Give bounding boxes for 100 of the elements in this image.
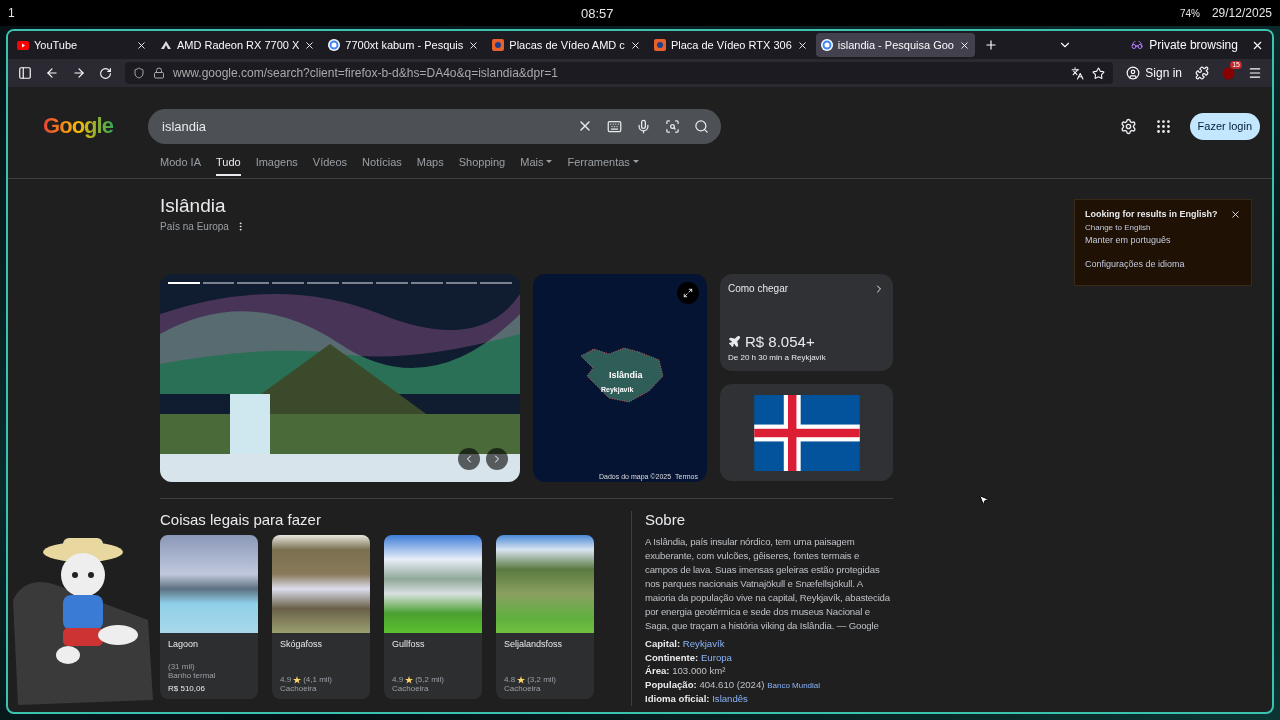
fact-value: 103.000 km² xyxy=(672,665,726,677)
extensions-icon[interactable] xyxy=(1195,66,1209,80)
browser-tab[interactable]: islandia - Pesquisa Goo xyxy=(815,33,975,57)
source-link[interactable]: Banco Mundial xyxy=(767,680,821,690)
expand-icon xyxy=(683,288,693,298)
forward-icon[interactable] xyxy=(72,66,86,80)
back-icon[interactable] xyxy=(45,66,59,80)
fact-link[interactable]: Europa xyxy=(700,651,732,663)
account-icon xyxy=(1126,66,1141,80)
search-tab[interactable]: Notícias xyxy=(362,156,402,176)
search-bar[interactable]: islandia xyxy=(148,108,721,144)
browser-tab[interactable]: YouTube xyxy=(12,33,152,57)
tab-logo-icon xyxy=(160,40,172,50)
rating-value: 4.9 xyxy=(392,675,404,684)
close-icon[interactable] xyxy=(958,39,970,51)
search-tab[interactable]: Shopping xyxy=(458,156,506,176)
fact-link[interactable]: Reykjavík xyxy=(682,638,725,649)
clock: 08:57 xyxy=(581,5,614,21)
fact-value: 404.610 (2024) xyxy=(699,678,765,690)
attraction-card[interactable]: Seljalandsfoss 4.8 (3,2 mil) Cachoeira xyxy=(496,535,594,699)
menu-icon[interactable] xyxy=(1248,66,1262,80)
rating-value: 4.8 xyxy=(504,675,516,684)
airplane-icon xyxy=(728,335,741,348)
reload-icon[interactable] xyxy=(99,66,112,80)
extension-icon[interactable] xyxy=(1222,66,1235,80)
carousel-indicator[interactable] xyxy=(445,282,478,284)
caret-icon xyxy=(546,160,553,164)
tab-logo-icon xyxy=(492,39,505,51)
attraction-card[interactable]: Gullfoss 4.9 (5,2 mil) Cachoeira xyxy=(384,535,482,699)
fact-label: Continente: xyxy=(645,651,699,663)
keyboard-icon[interactable] xyxy=(607,118,622,134)
flight-price: R$ 8.054+ xyxy=(745,333,815,350)
search-tab[interactable]: Modo IA xyxy=(160,156,201,176)
search-tab[interactable]: Imagens xyxy=(255,156,298,176)
attraction-name: Gullfoss xyxy=(392,639,426,651)
popup-title: Looking for results in English? xyxy=(1085,209,1218,220)
login-button[interactable]: Fazer login xyxy=(1189,112,1260,140)
camera-search-icon[interactable] xyxy=(665,118,680,134)
attraction-card[interactable]: Lagoon (31 mil) Banho termal R$ 510,06 xyxy=(160,535,258,699)
close-icon[interactable] xyxy=(136,39,147,51)
battery-level: 74% xyxy=(1179,8,1200,19)
search-icon[interactable] xyxy=(694,118,709,134)
review-count: (4,1 mil) xyxy=(303,675,332,684)
shield-icon xyxy=(133,67,145,79)
fact-label: Capital: xyxy=(645,638,681,649)
microphone-icon[interactable] xyxy=(636,118,651,134)
apps-icon[interactable] xyxy=(1154,117,1172,135)
new-tab-icon[interactable] xyxy=(983,38,998,52)
close-icon[interactable] xyxy=(468,39,480,51)
caret-icon xyxy=(632,160,639,164)
attraction-card[interactable]: Skógafoss 4.9 (4,1 mil) Cachoeira xyxy=(272,535,370,699)
next-button[interactable] xyxy=(486,448,508,470)
browser-tab[interactable]: AMD Radeon RX 7700 X xyxy=(155,33,321,57)
flight-duration: De 20 h 30 min a Reykjavík xyxy=(728,353,827,362)
travel-card[interactable]: Como chegar R$ 8.054+ De 20 h 30 min a Reykjavík xyxy=(720,274,893,371)
search-tab[interactable]: Mais xyxy=(520,156,553,176)
previous-button[interactable] xyxy=(458,448,480,470)
close-icon[interactable] xyxy=(1230,209,1241,220)
entity-title: Islândia xyxy=(160,195,227,217)
g-logo-icon xyxy=(328,39,341,51)
star-icon xyxy=(293,675,302,684)
sidebar-icon[interactable] xyxy=(18,66,32,80)
sign-in-button[interactable]: Sign in xyxy=(1126,66,1182,80)
carousel-indicator[interactable] xyxy=(341,282,374,284)
bookmark-star-icon[interactable] xyxy=(1092,66,1106,80)
workspace-number[interactable]: 1 xyxy=(8,6,15,20)
settings-icon[interactable] xyxy=(1119,117,1137,135)
rating-value: 4.9 xyxy=(280,675,292,684)
play-icon xyxy=(17,40,29,50)
search-tab[interactable]: Maps xyxy=(416,156,444,176)
fact-link[interactable]: Islandês xyxy=(712,693,748,705)
description-paragraph: A Islândia, país insular nórdico, tem uma paisagem exuberante, com vulcões, gêiseres, fontes termais e campos de lava. Suas imensas geleiras estão protegidas nos parques nacionais Vatnajökull e Snæfellsjökull. A maioria da população vive na capital, Reykjavík, abastecida por energia geotérmica e sede dos museus Nacional e Saga, que traçam a história viking da Islândia. — Google xyxy=(645,535,891,633)
close-icon[interactable] xyxy=(304,39,316,51)
attraction-name: Seljalandsfoss xyxy=(504,639,564,651)
attraction-category: Cachoeira xyxy=(392,684,430,693)
search-input[interactable]: islandia xyxy=(160,117,563,135)
browser-tab[interactable]: Placa de Vídeo RTX 306 xyxy=(648,33,813,57)
search-tab[interactable]: Vídeos xyxy=(312,156,348,176)
translate-icon[interactable] xyxy=(1071,66,1085,80)
search-tab[interactable]: Ferramentas xyxy=(567,156,639,176)
close-icon[interactable] xyxy=(796,39,808,51)
attraction-category: Banho termal xyxy=(168,671,217,680)
private-browsing-label: Private browsing xyxy=(1149,38,1238,52)
browser-tab[interactable]: Placas de Vídeo AMD c xyxy=(487,33,646,57)
language-link[interactable]: Change to English xyxy=(1085,223,1241,232)
browser-tab[interactable]: 7700xt kabum - Pesquis xyxy=(323,33,485,57)
close-icon[interactable] xyxy=(629,39,641,51)
search-tab[interactable]: Tudo xyxy=(215,156,241,176)
address-bar[interactable]: www.google.com/search?client=firefox-b-d&hs=DA4o&q=islandia&dpr=1 xyxy=(125,62,1114,84)
language-link[interactable]: Configurações de idioma xyxy=(1085,259,1241,269)
attraction-name: Skógafoss xyxy=(280,639,324,651)
language-link[interactable]: Manter em português xyxy=(1085,235,1241,245)
section-heading: Sobre xyxy=(645,511,687,528)
review-count: (3,2 mil) xyxy=(527,675,556,684)
map-country-label: Islândia xyxy=(609,370,643,380)
expand-button[interactable] xyxy=(677,282,699,304)
section-heading: Coisas legais para fazer xyxy=(160,511,322,528)
mouse-pointer-icon xyxy=(978,494,990,506)
carousel-indicator[interactable] xyxy=(202,282,235,284)
tab-logo-icon xyxy=(653,39,666,51)
